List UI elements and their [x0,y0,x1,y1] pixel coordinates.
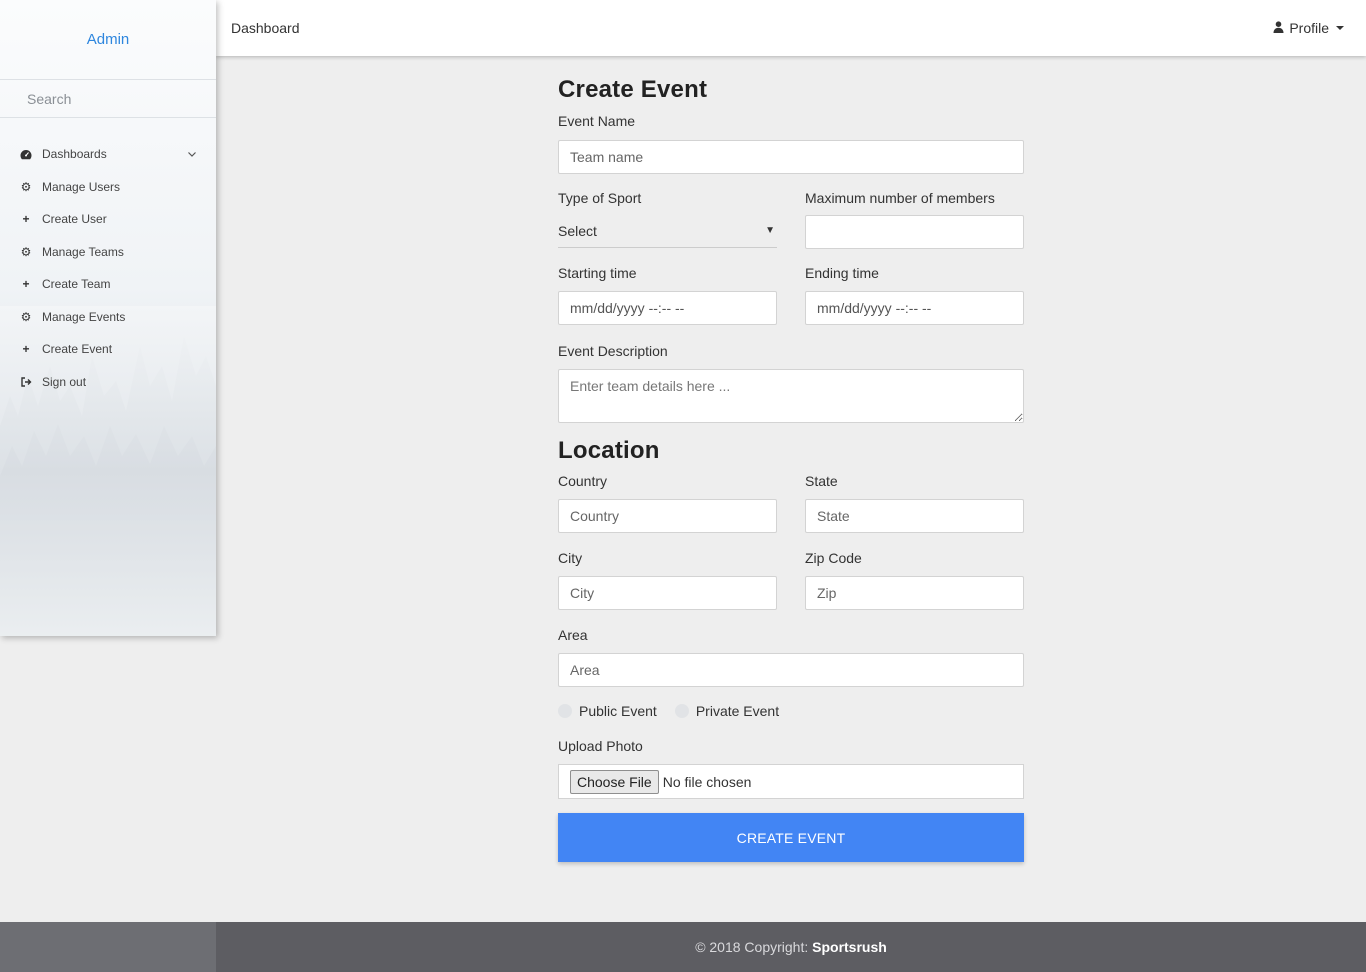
description-textarea[interactable] [558,369,1024,423]
sport-label: Type of Sport [558,190,642,206]
footer: © 2018 Copyright: Sportsrush [0,922,1366,972]
public-event-label: Public Event [579,703,657,719]
area-label: Area [558,627,588,643]
city-placeholder: City [570,585,595,601]
page-title[interactable]: Dashboard [231,20,300,36]
gear-icon: ⚙ [20,309,32,324]
create-event-button[interactable]: CREATE EVENT [558,813,1024,862]
sidebar-item-sign-out[interactable]: Sign out [0,366,216,399]
dropdown-arrow-icon: ▼ [765,225,775,236]
sidebar-item-label: Dashboards [42,147,107,162]
user-icon [1273,20,1284,36]
create-event-form: Create Event Event Name Team name Type o… [558,76,1024,862]
sidebar-item-label: Manage Users [42,179,121,194]
city-label: City [558,550,583,566]
plus-icon: + [22,277,30,292]
max-members-label: Maximum number of members [805,190,995,206]
footer-brand-link[interactable]: Sportsrush [812,939,887,955]
state-placeholder: State [817,508,850,524]
public-event-radio[interactable]: Public Event [558,703,657,719]
country-label: Country [558,473,608,489]
sidebar-nav: Dashboards ⚙ Manage Users + Create User … [0,118,216,398]
copyright-text: © 2018 Copyright: [695,939,809,955]
sidebar-item-create-user[interactable]: + Create User [0,203,216,236]
search-input[interactable] [27,90,197,107]
chevron-down-icon [188,149,196,160]
gear-icon: ⚙ [20,244,32,259]
file-status: No file chosen [662,773,752,790]
brand-label[interactable]: Admin [87,31,130,48]
start-time-input[interactable]: mm/dd/yyyy --:-- -- [558,291,777,325]
sidebar: Admin Dashboards ⚙ Manage Users + Create… [0,0,216,636]
sidebar-item-manage-events[interactable]: ⚙ Manage Events [0,301,216,334]
sidebar-search [0,80,216,118]
end-time-label: Ending time [805,265,879,281]
sidebar-item-create-team[interactable]: + Create Team [0,268,216,301]
city-input[interactable]: City [558,576,777,610]
area-placeholder: Area [570,662,600,678]
dashboard-icon [16,149,36,160]
sidebar-item-label: Manage Events [42,309,126,324]
profile-menu[interactable]: Profile [1273,20,1344,36]
sport-select[interactable]: Select ▼ [558,214,777,248]
gear-icon: ⚙ [20,179,32,194]
sidebar-item-manage-users[interactable]: ⚙ Manage Users [0,171,216,204]
brand[interactable]: Admin [0,0,216,80]
start-time-label: Starting time [558,265,637,281]
zip-label: Zip Code [805,550,862,566]
sidebar-item-label: Manage Teams [42,244,124,259]
sidebar-item-create-event[interactable]: + Create Event [0,333,216,366]
plus-icon: + [22,342,30,357]
zip-placeholder: Zip [817,585,837,601]
state-label: State [805,473,838,489]
area-input[interactable]: Area [558,653,1024,687]
upload-photo-label: Upload Photo [558,738,643,754]
top-bar: Dashboard Profile [216,0,1366,56]
footer-sidebar-block [0,922,216,972]
event-name-input[interactable]: Team name [558,140,1024,174]
end-time-input[interactable]: mm/dd/yyyy --:-- -- [805,291,1024,325]
sidebar-item-manage-teams[interactable]: ⚙ Manage Teams [0,236,216,269]
caret-down-icon [1336,26,1344,30]
file-upload: Choose File No file chosen [558,764,1024,799]
profile-label: Profile [1289,20,1329,36]
sidebar-item-dashboards[interactable]: Dashboards [0,138,216,171]
sidebar-item-label: Create Team [42,277,111,292]
event-name-placeholder: Team name [570,149,644,165]
sidebar-item-label: Create Event [42,342,113,357]
private-event-radio[interactable]: Private Event [674,703,780,719]
end-time-placeholder: mm/dd/yyyy --:-- -- [817,300,932,316]
choose-file-button[interactable]: Choose File [570,769,659,794]
sport-select-value: Select [558,222,597,239]
sidebar-item-label: Create User [42,212,107,227]
private-event-label: Private Event [695,703,780,719]
zip-input[interactable]: Zip [805,576,1024,610]
max-members-input[interactable] [805,215,1024,249]
country-input[interactable]: Country [558,499,777,533]
sign-out-icon [16,377,36,387]
form-heading: Create Event [558,76,708,103]
radio-circle-icon [674,704,689,718]
location-heading: Location [558,437,660,464]
country-placeholder: Country [570,508,620,524]
event-name-label: Event Name [558,113,636,129]
sidebar-item-label: Sign out [42,374,87,389]
visibility-radios: Public Event Private Event [558,703,1024,719]
state-input[interactable]: State [805,499,1024,533]
plus-icon: + [22,212,30,227]
description-label: Event Description [558,343,668,359]
footer-text: © 2018 Copyright: Sportsrush [216,939,1366,955]
radio-circle-icon [558,704,572,718]
start-time-placeholder: mm/dd/yyyy --:-- -- [570,300,685,316]
